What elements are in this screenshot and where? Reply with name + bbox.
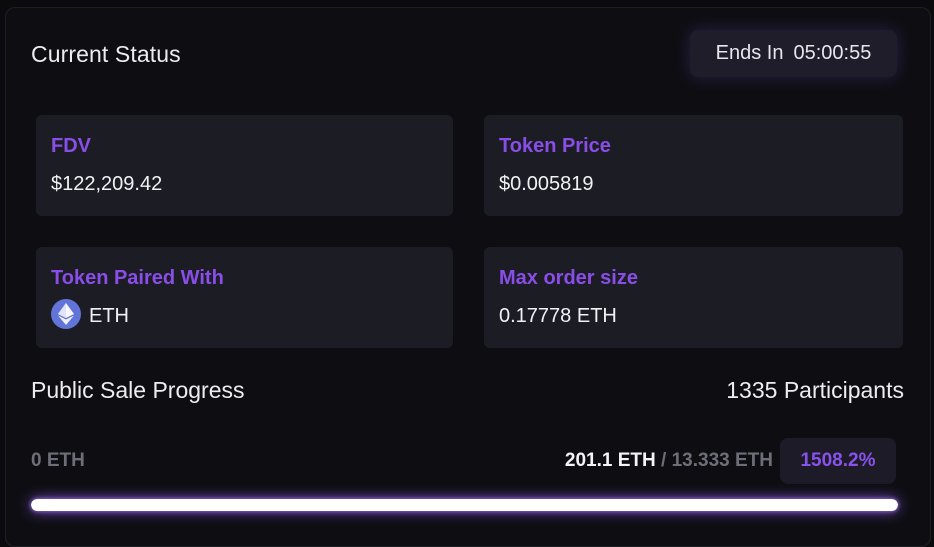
token-paired-card: Token Paired With ETH: [36, 247, 453, 348]
token-price-label: Token Price: [499, 135, 611, 157]
fdv-label: FDV: [51, 135, 91, 157]
raised-amount: 201.1 ETH: [564, 450, 656, 471]
countdown-timer: 05:00:55: [793, 42, 872, 64]
raised-separator: /: [655, 450, 672, 471]
progress-bar-fill: [31, 499, 898, 511]
token-price-value: $0.005819: [499, 173, 594, 195]
token-price-card: Token Price $0.005819: [484, 115, 903, 216]
token-paired-value: ETH: [51, 299, 129, 329]
public-sale-progress-title: Public Sale Progress: [31, 377, 245, 403]
participants-count: 1335 Participants: [726, 377, 904, 403]
raised-vs-target: 201.1 ETH / 13.333 ETH: [565, 450, 773, 472]
max-order-value: 0.17778 ETH: [499, 305, 617, 327]
ethereum-icon: [51, 299, 81, 329]
max-order-label: Max order size: [499, 267, 638, 289]
max-order-card: Max order size 0.17778 ETH: [484, 247, 903, 348]
ends-in-badge: Ends In 05:00:55: [690, 30, 897, 77]
paired-token-symbol: ETH: [89, 304, 129, 327]
target-amount: 13.333 ETH: [671, 450, 773, 471]
progress-bar: [31, 499, 898, 511]
progress-percent-badge: 1508.2%: [780, 438, 896, 484]
fdv-card: FDV $122,209.42: [36, 115, 453, 216]
ends-in-label: Ends In: [715, 42, 784, 64]
current-status-title: Current Status: [31, 41, 181, 67]
progress-min-label: 0 ETH: [31, 450, 85, 471]
fdv-value: $122,209.42: [51, 173, 163, 195]
token-paired-label: Token Paired With: [51, 267, 224, 289]
